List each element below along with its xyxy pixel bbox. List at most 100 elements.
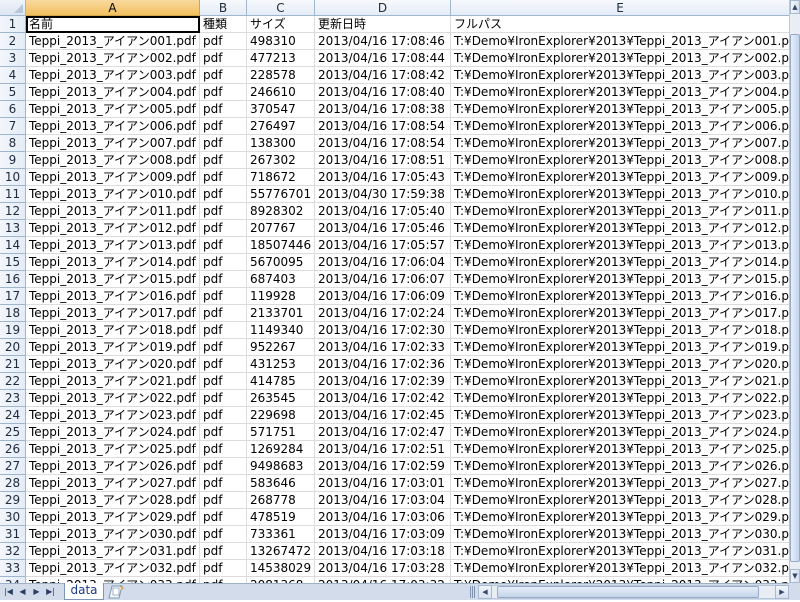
table-cell[interactable]: 8928302 — [247, 203, 315, 220]
row-header[interactable]: 17 — [0, 288, 26, 305]
vertical-scroll-thumb[interactable] — [790, 34, 800, 562]
row-header[interactable]: 3 — [0, 50, 26, 67]
table-cell[interactable]: Teppi_2013_アイアン022.pdf — [26, 390, 200, 407]
table-cell[interactable]: Teppi_2013_アイアン014.pdf — [26, 254, 200, 271]
table-cell[interactable]: T:¥Demo¥IronExplorer¥2013¥Teppi_2013_アイア… — [451, 237, 789, 254]
row-header[interactable]: 2 — [0, 33, 26, 50]
table-cell[interactable]: 2013/04/16 17:02:36 — [315, 356, 451, 373]
table-cell[interactable]: Teppi_2013_アイアン028.pdf — [26, 492, 200, 509]
table-cell[interactable]: pdf — [200, 509, 247, 526]
table-cell[interactable]: Teppi_2013_アイアン007.pdf — [26, 135, 200, 152]
table-cell[interactable]: 477213 — [247, 50, 315, 67]
table-cell[interactable]: Teppi_2013_アイアン004.pdf — [26, 84, 200, 101]
table-cell[interactable]: 2013/04/16 17:06:07 — [315, 271, 451, 288]
table-cell[interactable]: 14538029 — [247, 560, 315, 577]
table-cell[interactable]: pdf — [200, 169, 247, 186]
table-cell[interactable]: Teppi_2013_アイアン012.pdf — [26, 220, 200, 237]
row-header[interactable]: 15 — [0, 254, 26, 271]
row-header[interactable]: 26 — [0, 441, 26, 458]
table-cell[interactable]: pdf — [200, 101, 247, 118]
column-header-e[interactable]: E — [451, 0, 789, 16]
table-cell[interactable]: 229698 — [247, 407, 315, 424]
table-cell[interactable]: Teppi_2013_アイアン024.pdf — [26, 424, 200, 441]
table-cell[interactable]: T:¥Demo¥IronExplorer¥2013¥Teppi_2013_アイア… — [451, 33, 789, 50]
table-cell[interactable]: 2013/04/16 17:02:47 — [315, 424, 451, 441]
row-header[interactable]: 11 — [0, 186, 26, 203]
table-cell[interactable]: 2013/04/16 17:08:51 — [315, 152, 451, 169]
row-header[interactable]: 20 — [0, 339, 26, 356]
table-cell[interactable]: pdf — [200, 560, 247, 577]
table-cell[interactable]: pdf — [200, 424, 247, 441]
table-cell[interactable]: T:¥Demo¥IronExplorer¥2013¥Teppi_2013_アイア… — [451, 526, 789, 543]
table-cell[interactable]: Teppi_2013_アイアン029.pdf — [26, 509, 200, 526]
table-cell[interactable]: 687403 — [247, 271, 315, 288]
row-header[interactable]: 16 — [0, 271, 26, 288]
table-cell[interactable]: Teppi_2013_アイアン027.pdf — [26, 475, 200, 492]
table-cell[interactable]: 2013/04/16 17:05:46 — [315, 220, 451, 237]
table-cell[interactable]: Teppi_2013_アイアン030.pdf — [26, 526, 200, 543]
table-cell[interactable]: T:¥Demo¥IronExplorer¥2013¥Teppi_2013_アイア… — [451, 356, 789, 373]
table-cell[interactable]: 2013/04/30 17:59:38 — [315, 186, 451, 203]
table-cell[interactable]: 2013/04/16 17:08:44 — [315, 50, 451, 67]
table-cell[interactable]: pdf — [200, 135, 247, 152]
vertical-scrollbar[interactable]: ▲ ▼ — [789, 0, 800, 583]
table-cell[interactable]: T:¥Demo¥IronExplorer¥2013¥Teppi_2013_アイア… — [451, 84, 789, 101]
table-cell[interactable]: T:¥Demo¥IronExplorer¥2013¥Teppi_2013_アイア… — [451, 424, 789, 441]
table-cell[interactable]: pdf — [200, 84, 247, 101]
table-cell[interactable]: 2133701 — [247, 305, 315, 322]
row-header[interactable]: 22 — [0, 373, 26, 390]
row-header[interactable]: 25 — [0, 424, 26, 441]
header-cell[interactable]: 更新日時 — [315, 16, 451, 33]
table-cell[interactable]: pdf — [200, 186, 247, 203]
table-cell[interactable]: 498310 — [247, 33, 315, 50]
row-header[interactable]: 4 — [0, 67, 26, 84]
table-cell[interactable]: 2013/04/16 17:02:24 — [315, 305, 451, 322]
table-cell[interactable]: 228578 — [247, 67, 315, 84]
table-cell[interactable]: 2013/04/16 17:03:28 — [315, 560, 451, 577]
table-cell[interactable]: T:¥Demo¥IronExplorer¥2013¥Teppi_2013_アイア… — [451, 305, 789, 322]
table-cell[interactable]: 2013/04/16 17:02:45 — [315, 407, 451, 424]
table-cell[interactable]: pdf — [200, 373, 247, 390]
tab-split-handle[interactable] — [470, 586, 475, 598]
table-cell[interactable]: 2013/04/16 17:08:46 — [315, 33, 451, 50]
horizontal-scroll-thumb[interactable] — [497, 586, 759, 598]
table-cell[interactable]: pdf — [200, 237, 247, 254]
table-cell[interactable]: Teppi_2013_アイアン016.pdf — [26, 288, 200, 305]
table-cell[interactable]: 2013/04/16 17:05:43 — [315, 169, 451, 186]
table-cell[interactable]: pdf — [200, 441, 247, 458]
table-cell[interactable]: T:¥Demo¥IronExplorer¥2013¥Teppi_2013_アイア… — [451, 67, 789, 84]
table-cell[interactable]: T:¥Demo¥IronExplorer¥2013¥Teppi_2013_アイア… — [451, 543, 789, 560]
table-cell[interactable]: T:¥Demo¥IronExplorer¥2013¥Teppi_2013_アイア… — [451, 339, 789, 356]
table-cell[interactable]: 1269284 — [247, 441, 315, 458]
table-cell[interactable]: Teppi_2013_アイアン015.pdf — [26, 271, 200, 288]
row-header[interactable]: 6 — [0, 101, 26, 118]
row-header[interactable]: 21 — [0, 356, 26, 373]
table-cell[interactable]: pdf — [200, 475, 247, 492]
insert-sheet-icon[interactable] — [108, 585, 132, 599]
table-cell[interactable]: T:¥Demo¥IronExplorer¥2013¥Teppi_2013_アイア… — [451, 135, 789, 152]
table-cell[interactable]: T:¥Demo¥IronExplorer¥2013¥Teppi_2013_アイア… — [451, 203, 789, 220]
row-header[interactable]: 28 — [0, 475, 26, 492]
table-cell[interactable]: Teppi_2013_アイアン018.pdf — [26, 322, 200, 339]
header-cell[interactable]: 種類 — [200, 16, 247, 33]
table-cell[interactable]: Teppi_2013_アイアン006.pdf — [26, 118, 200, 135]
header-cell[interactable]: フルパス — [451, 16, 789, 33]
scroll-down-icon[interactable]: ▼ — [790, 569, 800, 583]
table-cell[interactable]: pdf — [200, 543, 247, 560]
table-cell[interactable]: Teppi_2013_アイアン010.pdf — [26, 186, 200, 203]
row-header[interactable]: 14 — [0, 237, 26, 254]
table-cell[interactable]: Teppi_2013_アイアン021.pdf — [26, 373, 200, 390]
table-cell[interactable]: 207767 — [247, 220, 315, 237]
row-header[interactable]: 32 — [0, 543, 26, 560]
column-header-d[interactable]: D — [315, 0, 451, 16]
table-cell[interactable]: 2013/04/16 17:08:38 — [315, 101, 451, 118]
table-cell[interactable]: 2013/04/16 17:02:42 — [315, 390, 451, 407]
table-cell[interactable]: pdf — [200, 339, 247, 356]
row-header[interactable]: 8 — [0, 135, 26, 152]
table-cell[interactable]: Teppi_2013_アイアン009.pdf — [26, 169, 200, 186]
table-cell[interactable]: T:¥Demo¥IronExplorer¥2013¥Teppi_2013_アイア… — [451, 407, 789, 424]
row-header[interactable]: 18 — [0, 305, 26, 322]
table-cell[interactable]: T:¥Demo¥IronExplorer¥2013¥Teppi_2013_アイア… — [451, 458, 789, 475]
table-cell[interactable]: 13267472 — [247, 543, 315, 560]
first-sheet-icon[interactable]: |◀ — [3, 586, 14, 598]
